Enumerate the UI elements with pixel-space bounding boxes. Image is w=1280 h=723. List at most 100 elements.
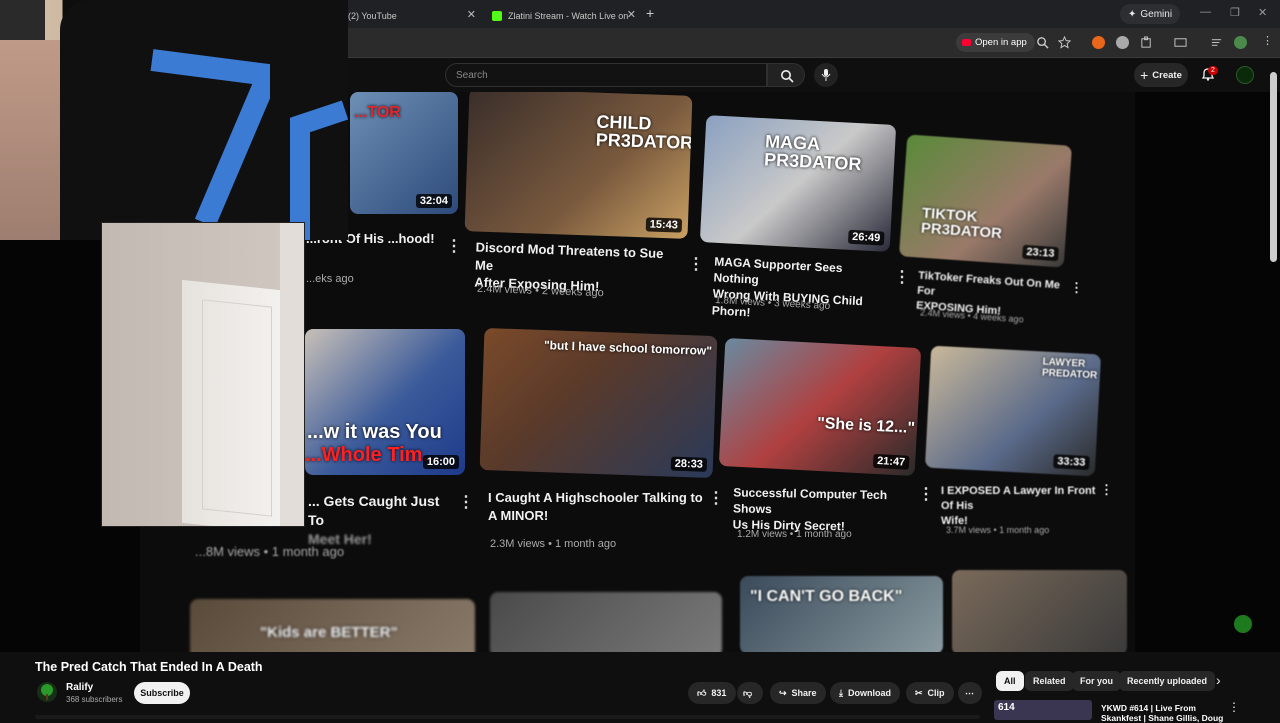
search-button[interactable] (767, 63, 805, 87)
tab-zlatini[interactable]: Zlatini Stream - Watch Live on ✕ (484, 4, 642, 28)
description-box-edge (35, 715, 980, 719)
voice-search-button[interactable] (814, 63, 838, 87)
more-horizontal-icon: ⋯ (965, 687, 974, 698)
gemini-button[interactable]: ✦ Gemini (1120, 4, 1181, 24)
up-next-title-line: Skankfest | Shane Gillis, Doug (1101, 713, 1224, 723)
window-close-button[interactable]: ✕ (1258, 6, 1267, 19)
more-options-icon[interactable]: ⋮ (708, 488, 724, 508)
subscriber-count: 368 subscribers (66, 695, 123, 704)
share-label: Share (791, 688, 817, 698)
channel-avatar[interactable] (37, 682, 57, 702)
video-thumbnail (952, 570, 1127, 652)
thumbnail-overlay-text: "She is 12..." (816, 414, 916, 437)
video-title-line: I EXPOSED A Lawyer In Front Of His (941, 485, 1096, 512)
video-info-bar: The Pred Catch That Ended In A Death Ral… (0, 652, 1280, 723)
video-title-line: MAGA Supporter Sees Nothing (713, 254, 843, 287)
chip-recently-uploaded[interactable]: Recently uploaded (1119, 671, 1216, 691)
extension-icon[interactable] (1092, 36, 1105, 49)
create-button[interactable]: + Create (1134, 63, 1188, 87)
maximize-button[interactable]: ❐ (1230, 6, 1240, 19)
close-icon[interactable]: ✕ (467, 8, 476, 21)
chip-all[interactable]: All (996, 671, 1024, 691)
more-options-icon[interactable]: ⋮ (446, 236, 462, 256)
youtube-icon (962, 39, 971, 46)
video-title[interactable]: ... Gets Caught Just To Meet Her! (308, 492, 458, 549)
video-thumbnail (490, 592, 722, 652)
video-title-line: ... Gets Caught Just To (308, 493, 440, 528)
video-meta: ...8M views • 1 month ago (195, 544, 345, 559)
video-thumbnail: "She is 12..." 21:47 (718, 337, 922, 477)
gemini-label: Gemini (1140, 8, 1173, 20)
more-options-icon[interactable]: ⋮ (458, 492, 474, 512)
media-controls-icon[interactable] (1210, 36, 1223, 49)
video-meta: 2.3M views • 1 month ago (490, 538, 617, 550)
video-duration: 32:04 (415, 194, 452, 208)
create-label: Create (1152, 69, 1182, 81)
subscribe-button[interactable]: Subscribe (134, 682, 190, 704)
chevron-right-icon[interactable]: › (1216, 672, 1221, 688)
more-options-icon[interactable]: ⋮ (688, 254, 704, 274)
menu-dots-icon[interactable]: ⋮ (1262, 34, 1273, 47)
video-title[interactable]: I Caught A Highschooler Talking to A MINO… (488, 489, 703, 524)
like-button[interactable]: 👍︎ 831 (688, 682, 736, 704)
clip-button[interactable]: ✂ Clip (906, 682, 954, 704)
more-options-icon[interactable]: ⋮ (894, 267, 910, 287)
share-icon: ↪ (779, 687, 787, 698)
thumbnail-overlay-text: ...TOR (354, 104, 401, 121)
thumbnail-overlay-text: "Kids are BETTER" (260, 624, 398, 641)
video-title-line: Discord Mod Threatens to Sue Me (474, 239, 664, 273)
more-options-icon[interactable]: ⋮ (1070, 280, 1083, 296)
account-avatar[interactable] (1236, 66, 1254, 84)
chip-for-you[interactable]: For you (1072, 671, 1121, 691)
more-options-icon[interactable]: ⋮ (1228, 700, 1240, 714)
video-title: The Pred Catch That Ended In A Death (35, 660, 263, 674)
video-meta: 3.7M views • 1 month ago (946, 525, 1050, 535)
extension-icon[interactable] (1116, 36, 1129, 49)
open-in-app-button[interactable]: Open in app (956, 33, 1035, 52)
door-panel (202, 299, 272, 517)
channel-name[interactable]: Ralify (66, 682, 93, 693)
more-actions-button[interactable]: ⋯ (958, 682, 982, 704)
video-duration: 15:43 (645, 217, 683, 233)
video-thumbnail: "Kids are BETTER" (190, 599, 475, 652)
channel-watermark-icon[interactable] (1234, 615, 1252, 633)
new-tab-button[interactable]: + (646, 5, 654, 21)
thumbnail-overlay-text: TIKTOK PR3DATOR (920, 204, 1003, 243)
scrollbar-thumb[interactable] (1270, 72, 1277, 262)
more-options-icon[interactable]: ⋮ (918, 484, 934, 504)
mic-icon (821, 69, 831, 81)
poster (0, 0, 45, 40)
chip-related[interactable]: Related (1025, 671, 1074, 691)
minimize-button[interactable]: — (1200, 6, 1211, 18)
video-title[interactable]: MAGA Supporter Sees Nothing Wrong With BU… (711, 253, 889, 327)
video-title[interactable]: I EXPOSED A Lawyer In Front Of His Wife! (941, 484, 1099, 529)
thumbnail-overlay-text: "but I have school tomorrow" (543, 338, 713, 358)
bookmark-star-icon[interactable] (1058, 36, 1071, 49)
thumbnail-overlay-text: ...Whole Tim... (305, 444, 440, 466)
tab-youtube[interactable]: (2) YouTube ✕ (340, 4, 482, 28)
up-next-thumbnail[interactable]: 614 (994, 700, 1092, 720)
share-button[interactable]: ↪ Share (770, 682, 826, 704)
video-thumbnail: "but I have school tomorrow" 28:33 (479, 327, 718, 479)
notification-badge: 2 (1208, 66, 1218, 75)
sparkle-icon: ✦ (1128, 8, 1137, 20)
up-next-title[interactable]: YKWD #614 | Live From Skankfest | Shane G… (1101, 703, 1223, 723)
up-next-title-line: YKWD #614 | Live From (1101, 703, 1196, 713)
video-thumbnail: "I CAN'T GO BACK" (740, 576, 943, 652)
search-input[interactable]: Search (445, 63, 767, 87)
video-duration: 23:13 (1021, 244, 1059, 262)
zoom-icon[interactable] (1036, 36, 1049, 49)
cast-icon[interactable] (1174, 36, 1187, 49)
video-thumbnail: MAGA PR3DATOR 26:49 (699, 115, 897, 252)
more-options-icon[interactable]: ⋮ (1100, 482, 1113, 498)
shirt-number-graphic (150, 49, 270, 225)
puzzle-icon[interactable] (1140, 36, 1153, 49)
arm (0, 40, 60, 240)
dislike-button[interactable]: 👎︎ (737, 682, 763, 704)
video-duration: 33:33 (1052, 454, 1090, 471)
profile-avatar-icon[interactable] (1234, 36, 1247, 49)
close-icon[interactable]: ✕ (627, 8, 636, 21)
webcam-overlay-door (101, 222, 305, 527)
video-thumbnail: TIKTOK PR3DATOR 23:13 (898, 134, 1073, 268)
download-button[interactable]: ⤓ Download (830, 682, 900, 704)
